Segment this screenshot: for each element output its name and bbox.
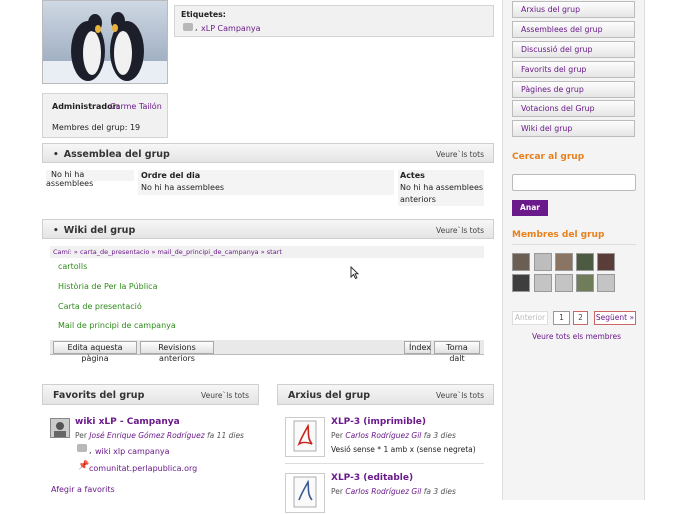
member-avatar[interactable] [534, 253, 552, 271]
file-by: Per [331, 431, 343, 440]
pager-page-1[interactable]: 1 [553, 311, 570, 325]
members-count: Membres del grup: 19 [52, 123, 141, 132]
tag-icon [77, 444, 87, 452]
member-avatar[interactable] [576, 253, 594, 271]
breadcrumb-text[interactable]: Camí: » carta_de_presentacio » mail_de_p… [53, 248, 282, 256]
file-author-link[interactable]: Carlos Rodríguez Gil [345, 431, 421, 440]
wiki-page-link[interactable]: cartolls [58, 262, 87, 271]
member-avatar[interactable] [576, 274, 594, 292]
pdf-file-icon [285, 473, 325, 513]
divider [285, 463, 484, 464]
group-avatar-image [42, 0, 168, 84]
wiki-page-link[interactable]: Història de Per la Pública [58, 282, 157, 291]
tags-box: Etiquetes: , xLP Campanya [174, 5, 494, 37]
assemblea-header: • Assemblea del grup Veure`ls tots [42, 143, 494, 163]
sidebar-item-arxius[interactable]: Arxius del grup [512, 1, 635, 18]
wiki-page-link[interactable]: Carta de presentació [58, 302, 142, 311]
acts-header: Actes [400, 171, 425, 180]
member-avatar[interactable] [555, 274, 573, 292]
wiki-page-link[interactable]: Mail de principi de campanya [58, 321, 176, 330]
file-author-link[interactable]: Carlos Rodríguez Gil [345, 487, 421, 496]
assemblea-title: Assemblea del grup [63, 149, 170, 160]
pdf-file-icon [285, 417, 325, 457]
assemblea-order-box: Ordre del dia No hi ha assemblees [138, 170, 394, 195]
member-avatar[interactable] [597, 253, 615, 271]
sidebar: Arxius del grup Assemblees del grup Disc… [502, 0, 645, 500]
pager-prev-button[interactable]: Anterior [512, 311, 548, 325]
sidebar-item-votacions[interactable]: Votacions del Grup [512, 100, 635, 117]
member-avatar[interactable] [512, 274, 530, 292]
favorits-header: Favorits del grup Veure`ls tots [42, 384, 259, 405]
arxius-view-all[interactable]: Veure`ls tots [436, 391, 484, 400]
add-favorite-link[interactable]: Afegir a favorits [51, 485, 115, 494]
wiki-view-all[interactable]: Veure`ls tots [436, 226, 484, 235]
file-time: fa 3 dies [423, 431, 456, 440]
view-all-members-link[interactable]: Veure tots els membres [532, 332, 621, 341]
member-avatar[interactable] [555, 253, 573, 271]
assemblea-empty-text: No hi ha assemblees [46, 170, 94, 188]
sidebar-item-discussio[interactable]: Discussió del grup [512, 41, 635, 58]
arxius-title: Arxius del grup [288, 390, 371, 401]
divider [512, 244, 636, 245]
favorits-view-all[interactable]: Veure`ls tots [201, 391, 249, 400]
revisions-button[interactable]: Revisions anteriors [140, 341, 214, 363]
members-title: Membres del grup [512, 230, 605, 240]
favorit-by: Per [75, 431, 87, 440]
file-description: Vesió sense * 1 amb x (sense negreta) [331, 445, 476, 454]
file-meta: Per Carlos Rodríguez Gil fa 3 dies [331, 487, 456, 496]
favorit-author-link[interactable]: José Enrique Gómez Rodríguez [89, 431, 204, 440]
bullet-icon: • [53, 226, 59, 236]
admin-box: Administrador: Carme Tailón Membres del … [42, 93, 168, 138]
arxius-header: Arxius del grup Veure`ls tots [277, 384, 494, 405]
member-avatar[interactable] [512, 253, 530, 271]
file-title-link[interactable]: XLP-3 (editable) [331, 473, 413, 483]
wiki-header: • Wiki del grup Veure`ls tots [42, 219, 494, 239]
search-input[interactable] [512, 174, 636, 191]
acts-value-1: No hi ha assemblees [400, 183, 484, 192]
file-meta: Per Carlos Rodríguez Gil fa 3 dies [331, 431, 456, 440]
file-by: Per [331, 487, 343, 496]
edit-page-button[interactable]: Edita aquesta pàgina [53, 341, 137, 363]
bullet-icon: • [53, 150, 59, 160]
tag-link[interactable]: xLP Campanya [201, 24, 261, 33]
mouse-cursor-icon [350, 265, 360, 281]
search-submit-button[interactable]: Anar [512, 200, 548, 216]
favorits-title: Favorits del grup [53, 390, 145, 401]
assemblea-view-all[interactable]: Veure`ls tots [436, 150, 484, 159]
wiki-toolbar: Edita aquesta pàgina Revisions anteriors… [50, 340, 484, 363]
sidebar-item-pagines[interactable]: Pàgines de grup [512, 81, 635, 98]
favorit-avatar [50, 418, 70, 438]
pager-page-2[interactable]: 2 [573, 311, 588, 325]
favorit-meta: Per José Enrique Gómez Rodríguez fa 11 d… [75, 431, 244, 440]
back-to-top-button[interactable]: Torna dalt [434, 341, 480, 363]
tag-icon [183, 23, 193, 31]
tags-label: Etiquetes: [181, 10, 226, 19]
wiki-title: Wiki del grup [63, 225, 136, 236]
assemblea-no-box: No hi ha assemblees [46, 170, 134, 188]
pin-icon: 📌 [78, 461, 90, 471]
sidebar-item-assemblees[interactable]: Assemblees del grup [512, 21, 635, 38]
acts-value-2: anteriors [400, 195, 436, 204]
file-title-link[interactable]: XLP-3 (imprimible) [331, 417, 426, 427]
favorit-time: fa 11 dies [207, 431, 244, 440]
sidebar-item-wiki[interactable]: Wiki del grup [512, 120, 635, 137]
order-header: Ordre del dia [141, 171, 201, 180]
assemblea-acts-box: Actes No hi ha assemblees anteriors [398, 170, 484, 206]
member-avatar[interactable] [534, 274, 552, 292]
pager-next-button[interactable]: Següent » [594, 311, 636, 325]
sidebar-item-favorits[interactable]: Favorits del grup [512, 61, 635, 78]
favorit-title-link[interactable]: wiki xLP - Campanya [75, 417, 180, 427]
admin-name-link[interactable]: Carme Tailón [110, 102, 162, 111]
index-button[interactable]: Índex [404, 341, 431, 354]
wiki-breadcrumb: Camí: » carta_de_presentacio » mail_de_p… [50, 246, 484, 258]
favorit-url-link[interactable]: comunitat.perlapublica.org [89, 464, 197, 473]
order-value: No hi ha assemblees [141, 183, 225, 192]
member-avatar[interactable] [597, 274, 615, 292]
search-title: Cercar al grup [512, 152, 585, 162]
file-time: fa 3 dies [423, 487, 456, 496]
favorit-tag-link[interactable]: wiki xlp campanya [95, 447, 170, 456]
